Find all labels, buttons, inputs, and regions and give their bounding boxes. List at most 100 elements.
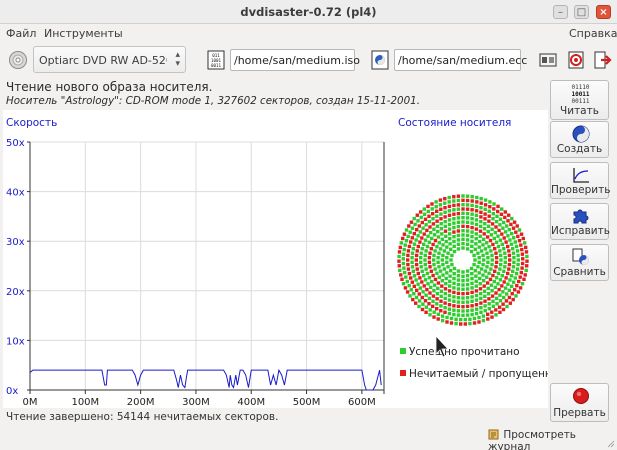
- sector-cell: [448, 274, 452, 278]
- sector-cell: [465, 309, 470, 313]
- sector-cell: [447, 222, 452, 227]
- sector-cell: [445, 271, 449, 275]
- read-button[interactable]: 01110 10011 00111 Читать: [550, 80, 609, 120]
- sector-cell: [465, 224, 470, 229]
- sector-cell: [427, 302, 431, 306]
- sector-cell: [401, 261, 406, 266]
- sector-cell: [507, 213, 511, 217]
- sector-cell: [474, 218, 479, 222]
- sector-cell: [465, 282, 470, 287]
- sector-cell: [490, 222, 495, 226]
- maximize-button[interactable]: □: [574, 5, 589, 19]
- sector-cell: [404, 228, 409, 232]
- sector-cell: [523, 241, 527, 245]
- sector-cell: [399, 273, 403, 277]
- sector-cell: [420, 236, 424, 240]
- sector-cell: [525, 254, 529, 259]
- sector-cell: [443, 291, 447, 296]
- ecc-file-field[interactable]: /home/san/medium.ecc: [394, 49, 527, 71]
- sector-cell: [501, 290, 505, 294]
- sector-cell: [423, 238, 428, 242]
- image-file-field[interactable]: /home/san/medium.iso: [230, 49, 360, 71]
- sector-cell: [461, 237, 465, 241]
- sector-cell: [416, 244, 420, 249]
- compare-button[interactable]: Сравнить: [550, 244, 609, 281]
- sector-cell: [477, 256, 481, 260]
- sector-cell: [496, 234, 500, 238]
- sector-cell: [465, 216, 470, 220]
- sector-cell: [474, 303, 479, 307]
- stop-button[interactable]: Прервать: [550, 383, 609, 422]
- image-file-icon[interactable]: 011 1001 0011: [206, 50, 226, 70]
- sector-cell: [502, 247, 506, 251]
- x-tick-label: 200M: [127, 397, 155, 408]
- view-log-button[interactable]: Просмотреть журнал: [488, 428, 617, 450]
- ecc-file-icon[interactable]: [370, 50, 390, 70]
- sector-cell: [477, 271, 481, 275]
- quit-icon[interactable]: [592, 50, 612, 70]
- sector-cell: [481, 253, 485, 258]
- sector-cell: [435, 214, 439, 218]
- sector-cell: [492, 236, 496, 241]
- sector-cell: [465, 247, 470, 251]
- sector-cell: [465, 198, 470, 203]
- sector-cell: [470, 221, 474, 225]
- sector-cell: [443, 224, 447, 229]
- sector-cell: [491, 242, 495, 247]
- sector-cell: [418, 286, 423, 290]
- sector-cell: [498, 249, 502, 253]
- sector-cell: [511, 251, 516, 255]
- sector-cell: [406, 267, 411, 271]
- sector-cell: [503, 210, 507, 214]
- resize-grip-icon[interactable]: [605, 438, 615, 448]
- sector-cell: [486, 224, 491, 228]
- sector-cell: [507, 228, 511, 232]
- sector-cell: [482, 237, 486, 241]
- sector-cell: [516, 253, 520, 258]
- sector-cell: [401, 257, 405, 261]
- help-icon[interactable]: [566, 50, 586, 70]
- fix-button[interactable]: Исправить: [550, 203, 610, 240]
- sector-cell: [422, 284, 426, 288]
- sector-cell: [502, 236, 506, 240]
- sector-cell: [454, 321, 458, 326]
- sector-cell: [465, 296, 470, 300]
- sector-cell: [427, 276, 432, 280]
- sector-cell: [504, 276, 508, 280]
- sector-cell: [452, 239, 456, 244]
- sector-cell: [428, 251, 432, 255]
- sector-cell: [494, 296, 499, 301]
- preferences-icon[interactable]: [538, 50, 558, 70]
- sector-cell: [452, 230, 456, 234]
- sector-cell: [444, 276, 448, 281]
- menu-tools[interactable]: Инструменты: [44, 27, 123, 40]
- sector-cell: [508, 301, 512, 305]
- sector-cell: [412, 274, 417, 278]
- sector-cell: [431, 304, 435, 308]
- sector-cell: [456, 203, 461, 207]
- sector-cell: [470, 272, 474, 276]
- sector-cell: [410, 251, 415, 255]
- create-button[interactable]: Создать: [550, 121, 609, 158]
- compare-icon: [572, 248, 589, 265]
- sector-cell: [472, 321, 477, 325]
- menu-file[interactable]: Файл: [6, 27, 36, 40]
- close-button[interactable]: ×: [596, 5, 611, 19]
- sector-cell: [470, 299, 474, 303]
- drive-select[interactable]: Optiarc DVD RW AD-5200A 1. ▴▾: [33, 46, 186, 73]
- minimize-button[interactable]: –: [553, 5, 568, 19]
- sector-cell: [436, 229, 440, 234]
- sector-cell: [429, 269, 433, 273]
- menu-help[interactable]: Справка: [569, 27, 617, 40]
- sector-cell: [410, 265, 415, 269]
- sector-cell: [470, 225, 474, 230]
- sector-cell: [461, 211, 465, 215]
- sector-cell: [456, 220, 461, 224]
- sector-cell: [470, 312, 474, 317]
- sector-cell: [420, 247, 424, 251]
- verify-button[interactable]: Проверить: [550, 162, 610, 199]
- sector-cell: [494, 256, 499, 260]
- sector-cell: [507, 249, 511, 253]
- sector-cell: [501, 302, 505, 306]
- sector-cell: [514, 244, 519, 249]
